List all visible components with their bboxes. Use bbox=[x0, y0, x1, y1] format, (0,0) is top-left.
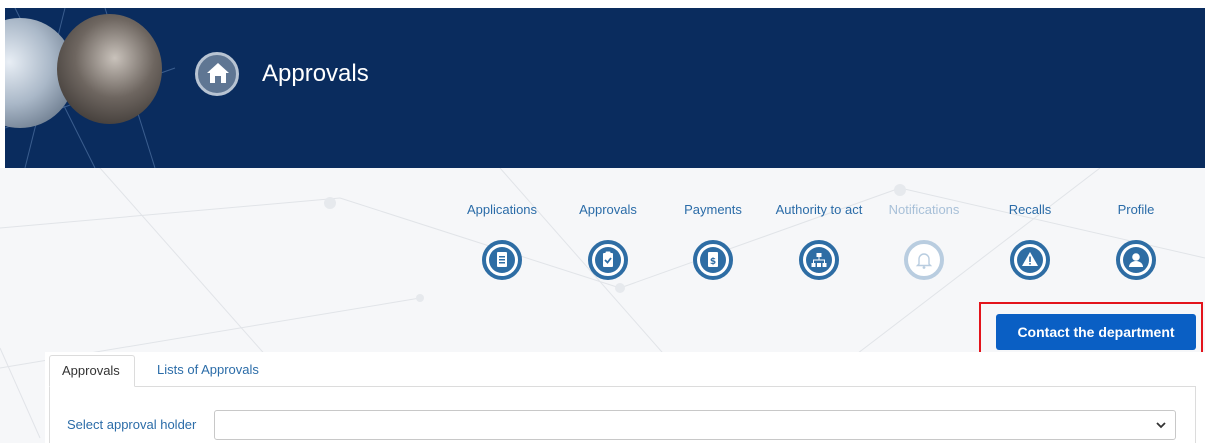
nav-profile-label: Profile bbox=[1117, 202, 1155, 217]
nav-authority-to-act[interactable]: Authority to act bbox=[769, 202, 869, 280]
nav-notifications[interactable]: Notifications bbox=[874, 202, 974, 280]
home-icon[interactable] bbox=[195, 52, 239, 96]
bell-icon[interactable] bbox=[904, 240, 944, 280]
nav-authority-label: Authority to act bbox=[775, 202, 863, 217]
invoice-dollar-icon[interactable]: $ bbox=[693, 240, 733, 280]
approval-holder-label: Select approval holder bbox=[67, 417, 197, 432]
page-title: Approvals bbox=[262, 60, 369, 87]
nav-approvals[interactable]: Approvals bbox=[558, 202, 658, 280]
nav-applications[interactable]: Applications bbox=[452, 202, 552, 280]
seatbelt-photo bbox=[57, 14, 162, 124]
chevron-down-icon bbox=[1156, 422, 1166, 429]
warning-triangle-icon[interactable] bbox=[1010, 240, 1050, 280]
document-icon[interactable] bbox=[482, 240, 522, 280]
nav-payments[interactable]: Payments $ bbox=[663, 202, 763, 280]
org-chart-icon[interactable] bbox=[799, 240, 839, 280]
nav-applications-label: Applications bbox=[466, 202, 538, 217]
nav-approvals-label: Approvals bbox=[579, 202, 637, 217]
nav-notifications-label: Notifications bbox=[888, 202, 960, 217]
network-lines-decoration bbox=[5, 8, 176, 168]
nav-recalls[interactable]: Recalls bbox=[980, 202, 1080, 280]
svg-text:$: $ bbox=[710, 257, 716, 267]
tab-approvals[interactable]: Approvals bbox=[49, 355, 135, 387]
clipboard-check-icon[interactable] bbox=[588, 240, 628, 280]
page-header: Approvals bbox=[5, 8, 1205, 168]
nav-recalls-label: Recalls bbox=[1008, 202, 1052, 217]
contact-department-button[interactable]: Contact the department bbox=[996, 314, 1196, 350]
nav-payments-label: Payments bbox=[684, 202, 742, 217]
tab-lists-of-approvals[interactable]: Lists of Approvals bbox=[145, 355, 271, 387]
user-icon[interactable] bbox=[1116, 240, 1156, 280]
approval-holder-select[interactable] bbox=[214, 410, 1176, 440]
nav-profile[interactable]: Profile bbox=[1086, 202, 1186, 280]
